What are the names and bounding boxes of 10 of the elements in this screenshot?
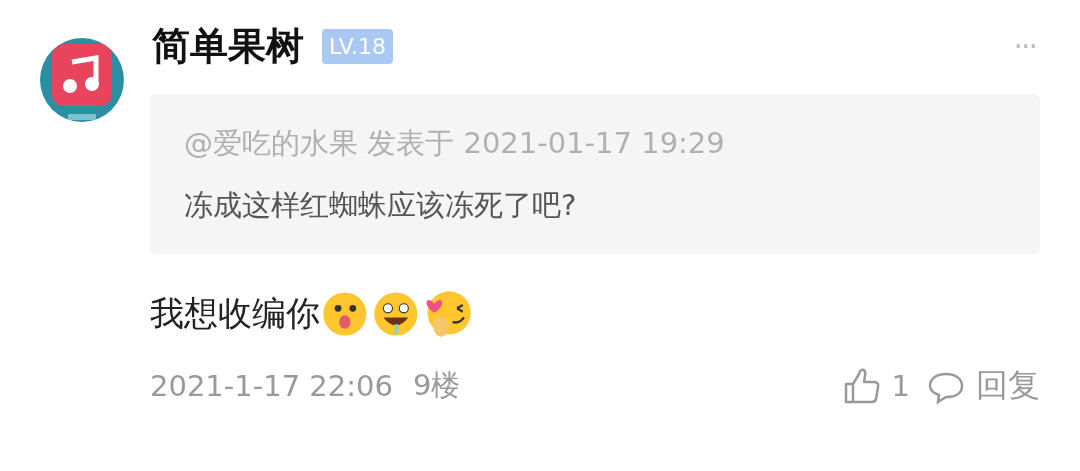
floor-number: 9楼 bbox=[412, 367, 461, 404]
quote-header: @爱吃的水果 发表于 2021-01-17 19:29 bbox=[184, 125, 726, 162]
comment-text: 我想收编你 bbox=[150, 292, 320, 335]
level-badge: LV.18 bbox=[322, 28, 394, 64]
like-count: 1 bbox=[891, 369, 910, 403]
more-button[interactable]: ··· bbox=[1013, 28, 1036, 64]
post-time: 2021-1-17 22:06 bbox=[150, 369, 393, 403]
quote-text: 冻成这样红蜘蛛应该冻死了吧? bbox=[184, 187, 578, 224]
reply-button[interactable]: 回复 bbox=[976, 364, 1040, 408]
author-name[interactable]: 简单果树 bbox=[150, 20, 304, 72]
